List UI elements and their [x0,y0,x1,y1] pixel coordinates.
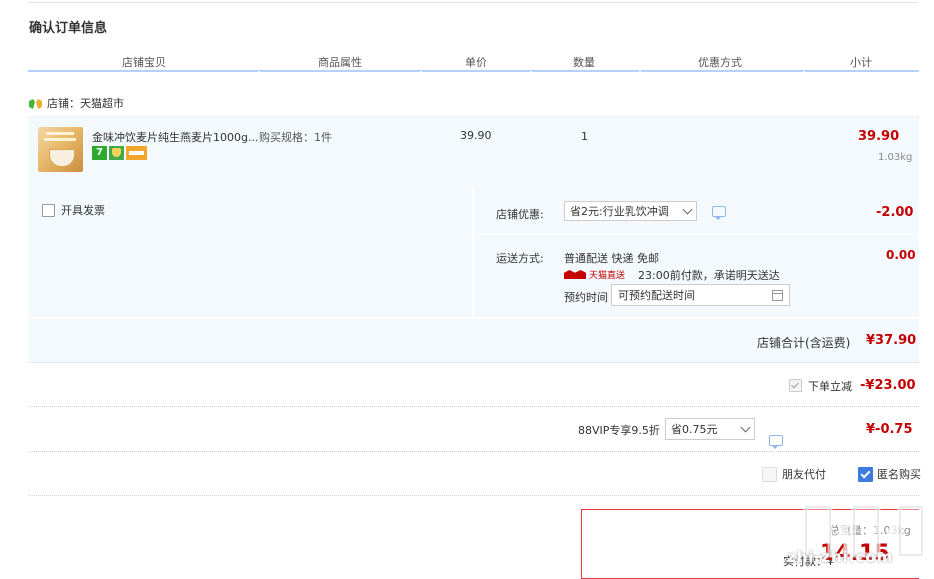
row-divider [28,406,919,408]
store-row: 店铺：天猫超市 [29,96,124,110]
order-discount-checkbox[interactable] [789,379,802,395]
quantity: 1 [581,130,588,143]
shipping-fee: 0.00 [886,248,916,262]
top-divider [28,0,918,3]
table-header: 店铺宝贝 商品属性 单价 数量 优惠方式 小计 [28,54,919,73]
store-coupon-select[interactable]: 省2元:行业乳饮冲调 [564,201,697,221]
item-subtotal: 39.90 [858,129,900,144]
friend-pay-label: 朋友代付 [782,468,826,481]
invoice-checkbox-row[interactable]: 开具发票 [42,202,105,218]
col-header-subtotal: 小计 [850,56,872,69]
product-spec: 购买规格：1件 [259,131,332,144]
store-name[interactable]: 店铺：天猫超市 [47,95,124,111]
product-name-link[interactable]: 金味冲饮麦片纯生燕麦片1000g... [92,129,258,145]
options-bottom-divider [28,317,919,320]
item-weight: 1.03kg [878,152,913,163]
order-discount-label: 下单立减 [808,380,852,393]
vip-discount-select[interactable]: 省0.75元 [665,418,755,440]
chevron-down-icon [740,422,751,432]
shipping-method: 普通配送 快递 免邮 [564,252,659,265]
unit-price: 39.90 [460,129,492,142]
tmall-cat-icon [564,270,586,279]
anonymous-purchase-option[interactable]: 匿名购买 [858,466,921,482]
order-discount-amount: -¥23.00 [860,378,916,393]
col-header-qty: 数量 [573,56,595,69]
reserve-time-label: 预约时间 [564,291,608,304]
delivery-promise: 23:00前付款，承诺明天送达 [638,269,780,282]
message-icon[interactable] [769,435,783,449]
shipping-label: 运送方式: [496,252,544,265]
chevron-down-icon [682,204,693,214]
anonymous-label: 匿名购买 [877,468,921,481]
store-total-amount: ¥37.90 [866,333,917,348]
vip-discount-value: 省0.75元 [671,423,718,436]
reserve-time-input[interactable]: 可预约配送时间 [611,284,790,306]
col-header-attr: 商品属性 [318,56,362,69]
col-header-discount: 优惠方式 [698,56,742,69]
col-header-item: 店铺宝贝 [122,56,166,69]
tmall-direct-text: 天猫直送 [589,271,626,281]
product-thumbnail[interactable] [38,127,83,172]
store-coupon-amount: -2.00 [876,205,914,220]
reserve-time-placeholder: 可预约配送时间 [618,289,695,302]
guarantee-shield-icon[interactable] [109,146,124,160]
options-divider [474,234,919,236]
watermark-text: zhi.zhi.com [787,548,894,566]
row-divider [28,451,919,453]
page-title: 确认订单信息 [29,21,108,36]
col-header-price: 单价 [465,56,487,69]
tmall-store-icon [29,98,42,109]
service-badges: 7 [92,146,147,160]
message-icon[interactable] [712,206,726,220]
vip-discount-amount: ¥-0.75 [866,422,913,437]
store-total-label: 店铺合计(含运费) [757,336,851,350]
credit-card-icon[interactable] [126,146,147,160]
friend-pay-option[interactable]: 朋友代付 [762,466,826,482]
tmall-direct-badge: 天猫直送 [564,268,625,281]
store-coupon-label: 店铺优惠: [496,208,544,221]
vip-discount-label: 88VIP专享9.5折 [578,424,660,437]
order-item-row [28,116,919,188]
friend-pay-checkbox[interactable] [762,466,777,482]
anonymous-checkbox[interactable] [858,466,873,482]
store-coupon-value: 省2元:行业乳饮冲调 [570,205,669,218]
invoice-label: 开具发票 [61,204,105,217]
seven-day-return-icon[interactable]: 7 [92,146,107,160]
invoice-checkbox[interactable] [42,203,55,217]
calendar-icon[interactable] [772,289,783,301]
